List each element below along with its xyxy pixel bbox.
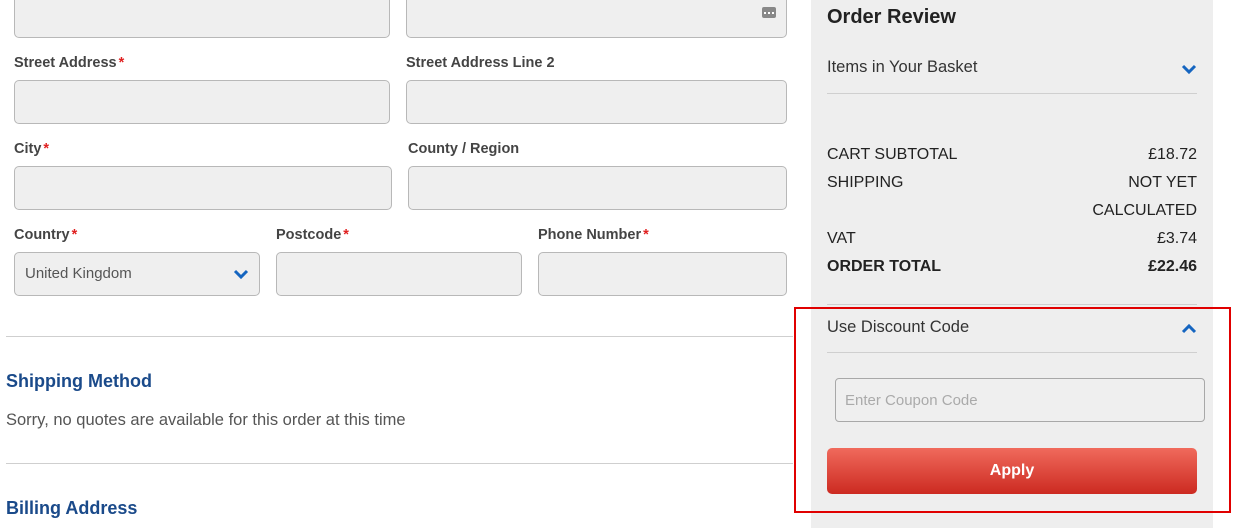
divider: [827, 304, 1197, 305]
billing-address-title: Billing Address: [6, 498, 138, 518]
company-input[interactable]: [14, 0, 390, 38]
city-label: City *: [14, 141, 50, 157]
street-address-label: Street Address *: [14, 55, 125, 71]
cart-subtotal-value: £18.72: [1148, 146, 1197, 163]
vat-row: VAT £3.74: [827, 230, 1197, 248]
shipping-method-title: Shipping Method: [6, 371, 152, 391]
phone-number-label: Phone Number *: [538, 227, 649, 243]
vat-value: £3.74: [1156, 230, 1197, 247]
chevron-down-icon: [1181, 64, 1197, 75]
items-in-basket-toggle[interactable]: Items in Your Basket: [827, 58, 1197, 82]
phone-number-input[interactable]: [538, 252, 787, 296]
county-label: County / Region: [408, 141, 520, 157]
street-address-line2-label: Street Address Line 2: [406, 55, 555, 71]
autofill-icon[interactable]: [762, 7, 776, 18]
divider: [6, 336, 793, 337]
country-select[interactable]: United Kingdom: [14, 252, 260, 296]
divider: [6, 463, 793, 464]
cart-subtotal-row: CART SUBTOTAL £18.72: [827, 146, 1197, 164]
divider: [827, 93, 1197, 94]
postcode-input[interactable]: [276, 252, 522, 296]
postcode-label: Postcode *: [276, 227, 349, 243]
highlight-box: [794, 307, 1231, 513]
vat-label: VAT: [827, 230, 856, 247]
email-input[interactable]: [406, 0, 787, 38]
order-total-label: ORDER TOTAL: [827, 258, 942, 275]
street-address-line2-input[interactable]: [406, 80, 787, 124]
country-select-value: United Kingdom: [25, 265, 132, 282]
order-total-value: £22.46: [1148, 258, 1197, 275]
order-review-title: Order Review: [827, 6, 956, 28]
shipping-value: NOT YET CALCULATED: [1092, 174, 1197, 219]
items-in-basket-label: Items in Your Basket: [827, 58, 978, 76]
shipping-method-message: Sorry, no quotes are available for this …: [6, 411, 406, 429]
order-total-row: ORDER TOTAL £22.46: [827, 258, 1197, 276]
shipping-label: SHIPPING: [827, 174, 904, 191]
street-address-input[interactable]: [14, 80, 390, 124]
chevron-down-icon: [233, 269, 249, 280]
city-input[interactable]: [14, 166, 392, 210]
county-input[interactable]: [408, 166, 787, 210]
cart-subtotal-label: CART SUBTOTAL: [827, 146, 958, 163]
country-label: Country *: [14, 227, 78, 243]
shipping-row: SHIPPING NOT YET CALCULATED: [827, 174, 1197, 219]
